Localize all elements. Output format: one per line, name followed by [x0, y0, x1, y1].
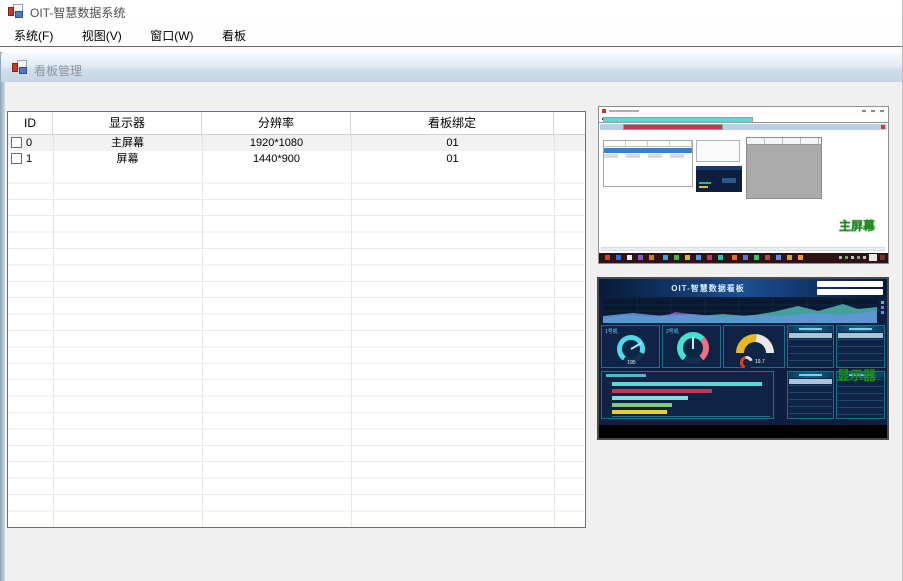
column-header-display[interactable]: 显示器: [53, 112, 202, 134]
column-header-id[interactable]: ID: [8, 112, 53, 134]
mdi-area: 看板管理 显示标记 关闭标记 ID 显示器 分辨率 看板绑定 0 主屏幕 192…: [0, 47, 903, 581]
dashboard-area-chart: [603, 299, 877, 323]
cell-resolution: 1440*900: [202, 151, 351, 167]
dashboard-title: OIT-智慧数据看板: [633, 283, 783, 294]
cell-id: 0: [26, 137, 32, 149]
mini-gray-window: [746, 137, 822, 199]
menu-view[interactable]: 视图(V): [70, 22, 134, 46]
screen-preview-label: 主屏幕: [839, 217, 875, 234]
app-icon: [8, 4, 24, 19]
dashboard-gauge-2: 2号机: [662, 325, 721, 368]
cell-id: 1: [26, 153, 32, 165]
child-window-icon: [12, 60, 28, 75]
menu-window[interactable]: 窗口(W): [138, 22, 205, 46]
child-window-title: 看板管理: [34, 62, 82, 79]
dashboard-select-box: [817, 289, 883, 295]
mini-button: [623, 124, 723, 130]
mini-window-controls: [862, 110, 884, 112]
dashboard-table-3: [787, 371, 834, 419]
mini-close-icon: [881, 125, 885, 129]
column-header-filler: [554, 112, 585, 134]
main-window: OIT-智慧数据系统 系统(F) 视图(V) 窗口(W) 看板 看板管理 显示标…: [0, 0, 903, 581]
mini-tray-clock: [869, 254, 877, 261]
dashboard-legend: [881, 301, 885, 316]
cell-binding: 01: [351, 151, 554, 167]
monitor-table: ID 显示器 分辨率 看板绑定 0 主屏幕 1920*1080 01 1 屏幕 …: [7, 111, 586, 528]
dashboard-preview-image: OIT-智慧数据看板: [597, 277, 889, 440]
row-checkbox[interactable]: [11, 137, 22, 148]
table-row[interactable]: 0 主屏幕 1920*1080 01: [8, 135, 585, 151]
gauge1-label: 1号机: [605, 328, 618, 335]
dashboard-donut-gauge: 19.7: [723, 325, 785, 368]
table-row[interactable]: 1 屏幕 1440*900 01: [8, 151, 585, 167]
child-window-left-border: [0, 52, 5, 581]
column-header-binding[interactable]: 看板绑定: [351, 112, 554, 134]
mini-taskbar: [599, 253, 888, 263]
dashboard-table-2: [836, 325, 885, 368]
dashboard-select-box: [817, 281, 883, 287]
table-header: ID 显示器 分辨率 看板绑定: [8, 112, 585, 135]
cell-binding: 01: [351, 135, 554, 151]
mini-dashboard: OIT-智慧数据看板: [599, 279, 887, 425]
small-gauge-value: 19.7: [755, 359, 765, 365]
gauge2-label: 2号机: [666, 328, 679, 335]
mini-dashboard-thumbnail: [696, 166, 742, 192]
mini-table: [603, 140, 693, 187]
mini-preview-box: [696, 140, 740, 162]
gauge1-value: 195: [602, 360, 661, 366]
mini-app-icon: [602, 109, 606, 113]
menu-system[interactable]: 系统(F): [2, 22, 65, 46]
dashboard-preview-label: 显示器: [837, 365, 876, 384]
cell-resolution: 1920*1080: [202, 135, 351, 151]
dashboard-letterbox: [599, 425, 887, 440]
screen-preview-image: 主屏幕: [598, 106, 889, 264]
dashboard-table-1: [787, 325, 834, 368]
mini-scrollbar: [601, 247, 885, 251]
window-title: OIT-智慧数据系统: [30, 4, 125, 21]
child-titlebar: 看板管理: [1, 52, 902, 82]
menubar: 系统(F) 视图(V) 窗口(W) 看板: [0, 22, 903, 47]
menu-kanban[interactable]: 看板: [210, 22, 258, 46]
cell-display: 屏幕: [53, 151, 202, 167]
row-checkbox[interactable]: [11, 153, 22, 164]
mini-button: [603, 117, 753, 123]
dashboard-header: OIT-智慧数据看板: [599, 279, 887, 297]
dashboard-gauge-1: 1号机 195: [601, 325, 660, 368]
mini-titlebar: [599, 107, 888, 115]
table-empty-rows: [8, 167, 585, 527]
titlebar: OIT-智慧数据系统: [0, 0, 903, 22]
mini-selected-row: [604, 148, 692, 153]
dashboard-bar-chart: [601, 371, 774, 419]
cell-display: 主屏幕: [53, 135, 202, 151]
column-header-resolution[interactable]: 分辨率: [202, 112, 351, 134]
